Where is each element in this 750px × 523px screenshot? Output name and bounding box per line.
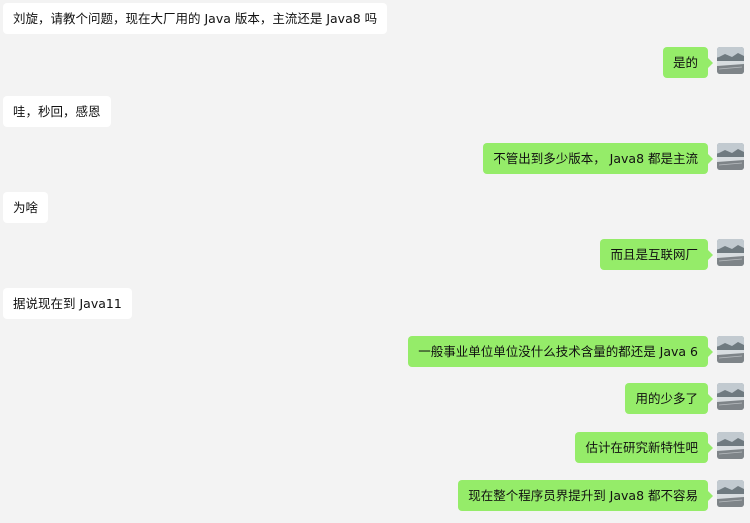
message-incoming: 刘旋，请教个问题，现在大厂用的 Java 版本，主流还是 Java8 吗 [3,3,403,34]
message-outgoing: 是的 [0,47,750,78]
message-bubble-outgoing[interactable]: 不管出到多少版本， Java8 都是主流 [483,143,713,174]
landscape-avatar-icon[interactable] [717,336,744,363]
message-outgoing: 现在整个程序员界提升到 Java8 都不容易 [0,480,750,511]
landscape-avatar-icon[interactable] [717,383,744,410]
landscape-avatar-icon[interactable] [717,480,744,507]
message-bubble-incoming[interactable]: 哇，秒回，感恩 [3,96,111,127]
landscape-avatar-icon[interactable] [717,47,744,74]
message-outgoing: 估计在研究新特性吧 [0,432,750,463]
message-incoming: 据说现在到 Java11 [3,288,403,319]
message-outgoing: 而且是互联网厂 [0,239,750,270]
message-outgoing: 不管出到多少版本， Java8 都是主流 [0,143,750,174]
landscape-avatar-icon[interactable] [717,143,744,170]
message-outgoing: 一般事业单位单位没什么技术含量的都还是 Java 6 [0,336,750,367]
message-bubble-outgoing[interactable]: 而且是互联网厂 [600,239,713,270]
message-bubble-outgoing[interactable]: 是的 [662,47,714,78]
message-bubble-incoming[interactable]: 为啥 [3,192,49,223]
landscape-avatar-icon[interactable] [717,239,744,266]
message-incoming: 为啥 [3,192,403,223]
landscape-avatar-icon[interactable] [717,432,744,459]
message-incoming: 哇，秒回，感恩 [3,96,403,127]
message-bubble-outgoing[interactable]: 估计在研究新特性吧 [575,432,713,463]
message-bubble-incoming[interactable]: 据说现在到 Java11 [3,288,132,319]
message-bubble-outgoing[interactable]: 用的少多了 [625,383,713,414]
chat-window: 刘旋，请教个问题，现在大厂用的 Java 版本，主流还是 Java8 吗 是的 … [0,0,750,523]
message-outgoing: 用的少多了 [0,383,750,414]
message-bubble-outgoing[interactable]: 现在整个程序员界提升到 Java8 都不容易 [458,480,713,511]
message-bubble-outgoing[interactable]: 一般事业单位单位没什么技术含量的都还是 Java 6 [408,336,713,367]
message-bubble-incoming[interactable]: 刘旋，请教个问题，现在大厂用的 Java 版本，主流还是 Java8 吗 [3,3,388,34]
